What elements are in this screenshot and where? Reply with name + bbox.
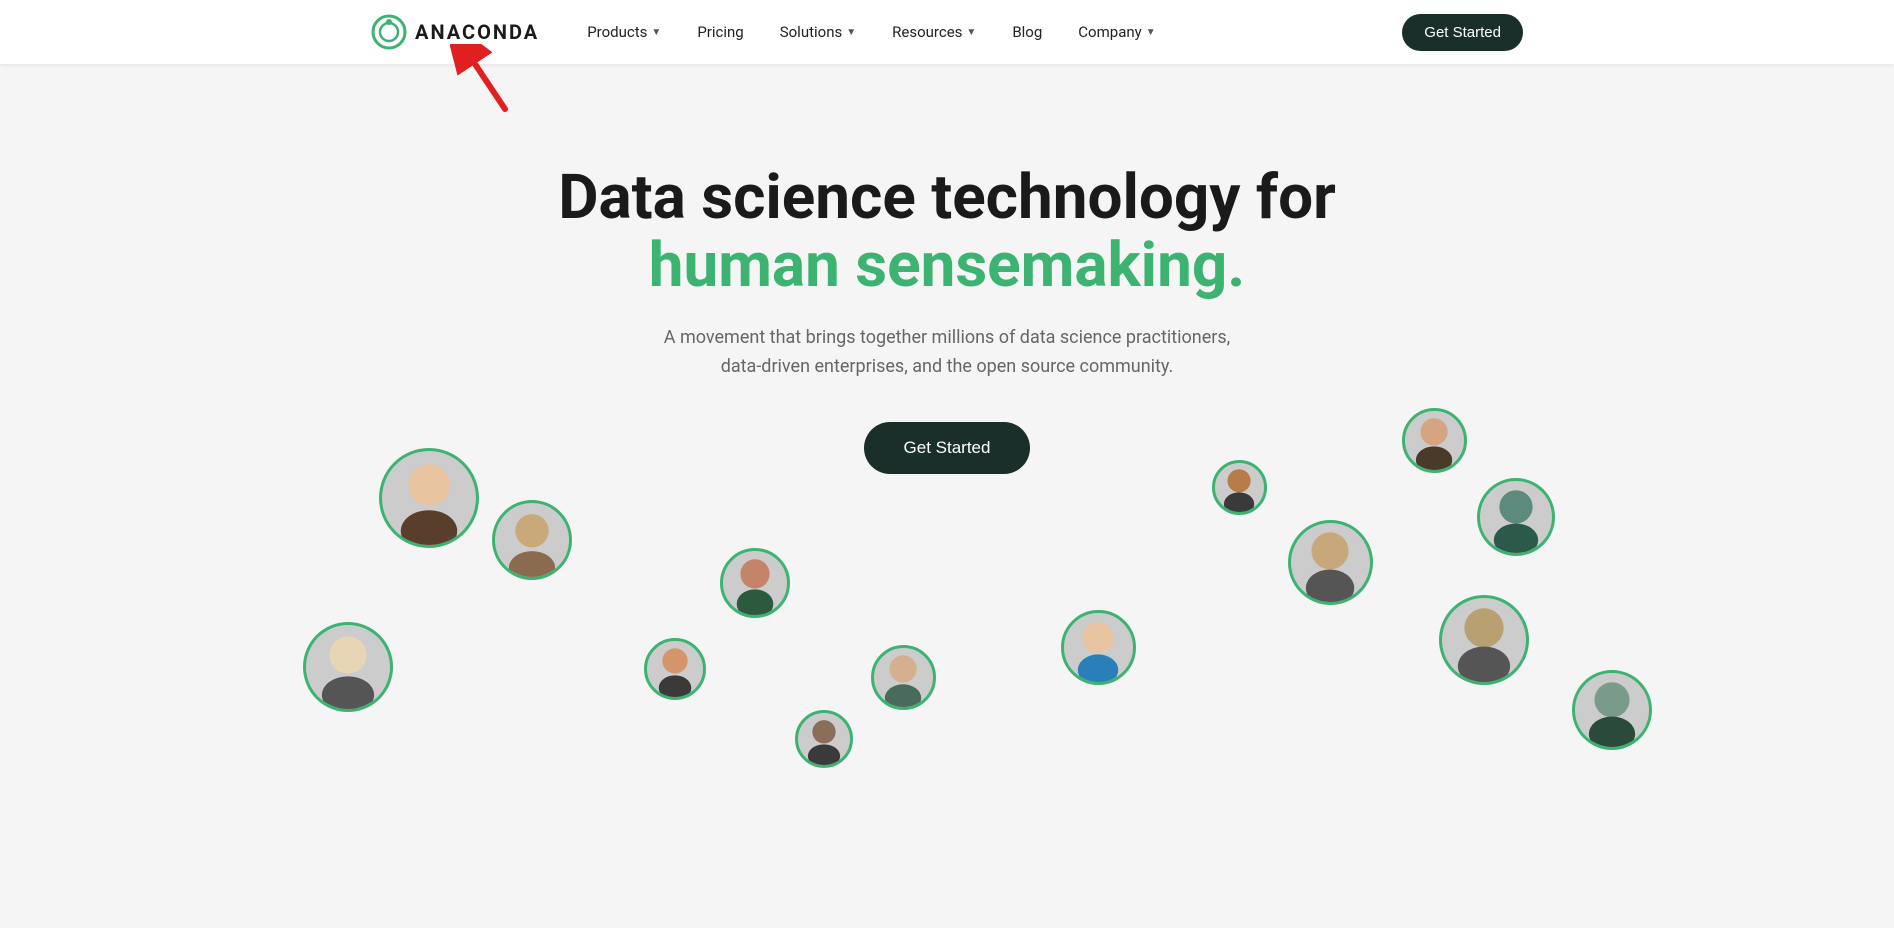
nav-links: Products ▼ Pricing Solutions ▼ Resources… [571,15,1402,49]
hero-subtitle: A movement that brings together millions… [558,324,1336,382]
avatar-bubble-1 [492,500,572,580]
chevron-down-icon: ▼ [846,27,856,38]
hero-text-block: Data science technology for human sensem… [558,164,1336,474]
people-bubbles-area [0,400,1894,928]
avatar-bubble-12 [1439,595,1529,685]
nav-item-company[interactable]: Company ▼ [1062,15,1171,49]
avatar-bubble-14 [1572,670,1652,750]
chevron-down-icon: ▼ [651,27,661,38]
avatar-bubble-4 [303,622,393,712]
avatar-bubble-13 [795,710,853,768]
avatar-bubble-7 [1061,610,1136,685]
avatar-bubble-2 [379,448,479,548]
avatar-bubble-10 [1402,408,1467,473]
logo-text: ANACONDA [415,20,539,44]
chevron-down-icon: ▼ [966,27,976,38]
anaconda-logo-icon [371,14,407,50]
nav-item-blog[interactable]: Blog [996,15,1058,49]
avatar-bubble-9 [1288,520,1373,605]
nav-item-resources[interactable]: Resources ▼ [876,15,992,49]
nav-item-pricing[interactable]: Pricing [681,15,759,49]
chevron-down-icon: ▼ [1146,27,1156,38]
nav-get-started-button[interactable]: Get Started [1402,14,1523,51]
avatar-bubble-3 [644,638,706,700]
logo-link[interactable]: ANACONDA [371,14,539,50]
hero-title-line2: human sensemaking. [558,232,1336,300]
hero-get-started-button[interactable]: Get Started [864,422,1031,474]
nav-item-solutions[interactable]: Solutions ▼ [764,15,872,49]
navbar: ANACONDA Products ▼ Pricing Solutions ▼ … [0,0,1894,64]
nav-item-products[interactable]: Products ▼ [571,15,677,49]
hero-title-line1: Data science technology for [558,164,1336,232]
avatar-bubble-6 [871,645,936,710]
avatar-bubble-5 [720,548,790,618]
hero-section: Data science technology for human sensem… [0,0,1894,928]
avatar-bubble-11 [1477,478,1555,556]
